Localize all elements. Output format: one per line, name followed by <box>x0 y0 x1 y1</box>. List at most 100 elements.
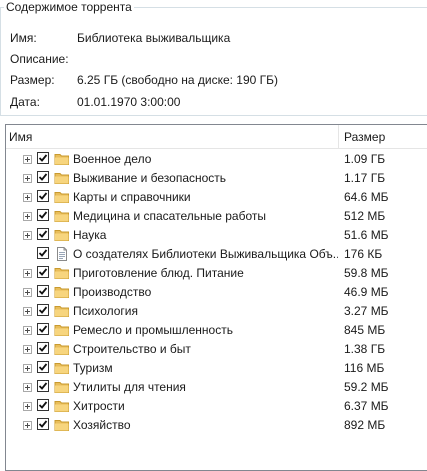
folder-icon <box>54 284 70 300</box>
folder-icon <box>54 189 70 205</box>
row-name: Производство <box>73 285 152 299</box>
row-checkbox[interactable] <box>37 285 49 297</box>
file-tree[interactable]: Имя Размер Военное дело 1.09 ГБ Выживание … <box>5 124 427 471</box>
row-size: 1.09 ГБ <box>344 152 386 166</box>
size-label: Размер: <box>10 73 55 87</box>
row-checkbox[interactable] <box>37 171 49 183</box>
row-size: 1.38 ГБ <box>344 342 386 356</box>
folder-icon <box>54 151 70 167</box>
folder-icon <box>54 208 70 224</box>
row-name: Хозяйство <box>73 418 131 432</box>
tree-row[interactable]: Психология 3.27 МБ <box>6 302 427 321</box>
tree-row[interactable]: Военное дело 1.09 ГБ <box>6 150 427 169</box>
row-name: Хитрости <box>73 399 125 413</box>
row-size: 64.6 МБ <box>344 190 389 204</box>
row-size: 59.8 МБ <box>344 266 389 280</box>
row-size: 51.6 МБ <box>344 228 389 242</box>
expand-icon[interactable] <box>23 288 32 297</box>
row-checkbox[interactable] <box>37 361 49 373</box>
expand-icon[interactable] <box>23 212 32 221</box>
row-size: 512 МБ <box>344 209 386 223</box>
date-label: Дата: <box>10 95 40 109</box>
tree-row[interactable]: Ремесло и промышленность 845 МБ <box>6 321 427 340</box>
row-size: 845 МБ <box>344 323 386 337</box>
row-checkbox[interactable] <box>37 323 49 335</box>
row-name: Туризм <box>73 361 113 375</box>
folder-icon <box>54 265 70 281</box>
row-name: Утилиты для чтения <box>73 380 186 394</box>
expand-icon[interactable] <box>23 307 32 316</box>
row-checkbox[interactable] <box>37 342 49 354</box>
expand-icon[interactable] <box>23 174 32 183</box>
expand-icon[interactable] <box>23 326 32 335</box>
row-size: 46.9 МБ <box>344 285 389 299</box>
row-checkbox[interactable] <box>37 418 49 430</box>
tree-row[interactable]: Приготовление блюд. Питание 59.8 МБ <box>6 264 427 283</box>
size-value: 6.25 ГБ (свободно на диске: 190 ГБ) <box>77 73 279 87</box>
row-checkbox[interactable] <box>37 380 49 392</box>
folder-icon <box>54 360 70 376</box>
row-name: Психология <box>73 304 138 318</box>
expand-icon[interactable] <box>23 193 32 202</box>
row-checkbox[interactable] <box>37 152 49 164</box>
row-size: 1.17 ГБ <box>344 171 386 185</box>
name-label: Имя: <box>10 31 37 45</box>
column-header-size[interactable]: Размер <box>339 125 427 148</box>
folder-icon <box>54 417 70 433</box>
column-header-name[interactable]: Имя <box>6 125 338 148</box>
row-name: О создателях Библиотеки Выживальщика Объ… <box>73 247 338 261</box>
row-checkbox[interactable] <box>37 304 49 316</box>
row-name: Приготовление блюд. Питание <box>73 266 244 280</box>
row-size: 892 МБ <box>344 418 386 432</box>
expand-icon[interactable] <box>23 269 32 278</box>
folder-icon <box>54 227 70 243</box>
expand-icon[interactable] <box>23 155 32 164</box>
row-size: 116 МБ <box>344 361 385 375</box>
folder-icon <box>54 303 70 319</box>
expand-icon[interactable] <box>23 364 32 373</box>
row-name: Строительство и быт <box>73 342 191 356</box>
column-header-size-label: Размер <box>344 130 386 144</box>
tree-header: Имя Размер <box>6 125 427 149</box>
tree-row[interactable]: Строительство и быт 1.38 ГБ <box>6 340 427 359</box>
expand-icon[interactable] <box>23 231 32 240</box>
folder-icon <box>54 170 70 186</box>
name-value: Библиотека выживальщика <box>77 31 231 45</box>
expand-icon[interactable] <box>23 345 32 354</box>
row-size: 3.27 МБ <box>344 304 389 318</box>
row-name: Выживание и безопасность <box>73 171 227 185</box>
row-name: Военное дело <box>73 152 152 166</box>
tree-row[interactable]: Медицина и спасательные работы 512 МБ <box>6 207 427 226</box>
row-checkbox[interactable] <box>37 266 49 278</box>
tree-row[interactable]: Хозяйство 892 МБ <box>6 416 427 435</box>
expand-icon[interactable] <box>23 402 32 411</box>
row-size: 6.37 МБ <box>344 399 389 413</box>
row-checkbox[interactable] <box>37 190 49 202</box>
row-checkbox[interactable] <box>37 247 49 259</box>
tree-row[interactable]: Карты и справочники 64.6 МБ <box>6 188 427 207</box>
tree-row[interactable]: Производство 46.9 МБ <box>6 283 427 302</box>
row-checkbox[interactable] <box>37 209 49 221</box>
row-size: 176 КБ <box>344 247 383 261</box>
description-label: Описание: <box>10 52 69 66</box>
column-header-name-label: Имя <box>9 130 33 144</box>
row-name: Медицина и спасательные работы <box>73 209 266 223</box>
row-checkbox[interactable] <box>37 399 49 411</box>
date-value: 01.01.1970 3:00:00 <box>77 95 181 109</box>
folder-icon <box>54 322 70 338</box>
row-checkbox[interactable] <box>37 228 49 240</box>
row-size: 59.2 МБ <box>344 380 389 394</box>
folder-icon <box>54 379 70 395</box>
tree-row[interactable]: Туризм 116 МБ <box>6 359 427 378</box>
tree-row[interactable]: Наука 51.6 МБ <box>6 226 427 245</box>
row-name: Карты и справочники <box>73 190 191 204</box>
row-name: Наука <box>73 228 107 242</box>
tree-row[interactable]: Утилиты для чтения 59.2 МБ <box>6 378 427 397</box>
expand-icon[interactable] <box>23 421 32 430</box>
expand-icon[interactable] <box>23 383 32 392</box>
tree-row[interactable]: Выживание и безопасность 1.17 ГБ <box>6 169 427 188</box>
tree-row[interactable]: Хитрости 6.37 МБ <box>6 397 427 416</box>
tree-row[interactable]: О создателях Библиотеки Выживальщика Объ… <box>6 245 427 264</box>
file-icon <box>54 246 70 262</box>
group-title: Содержимое торрента <box>4 0 134 14</box>
